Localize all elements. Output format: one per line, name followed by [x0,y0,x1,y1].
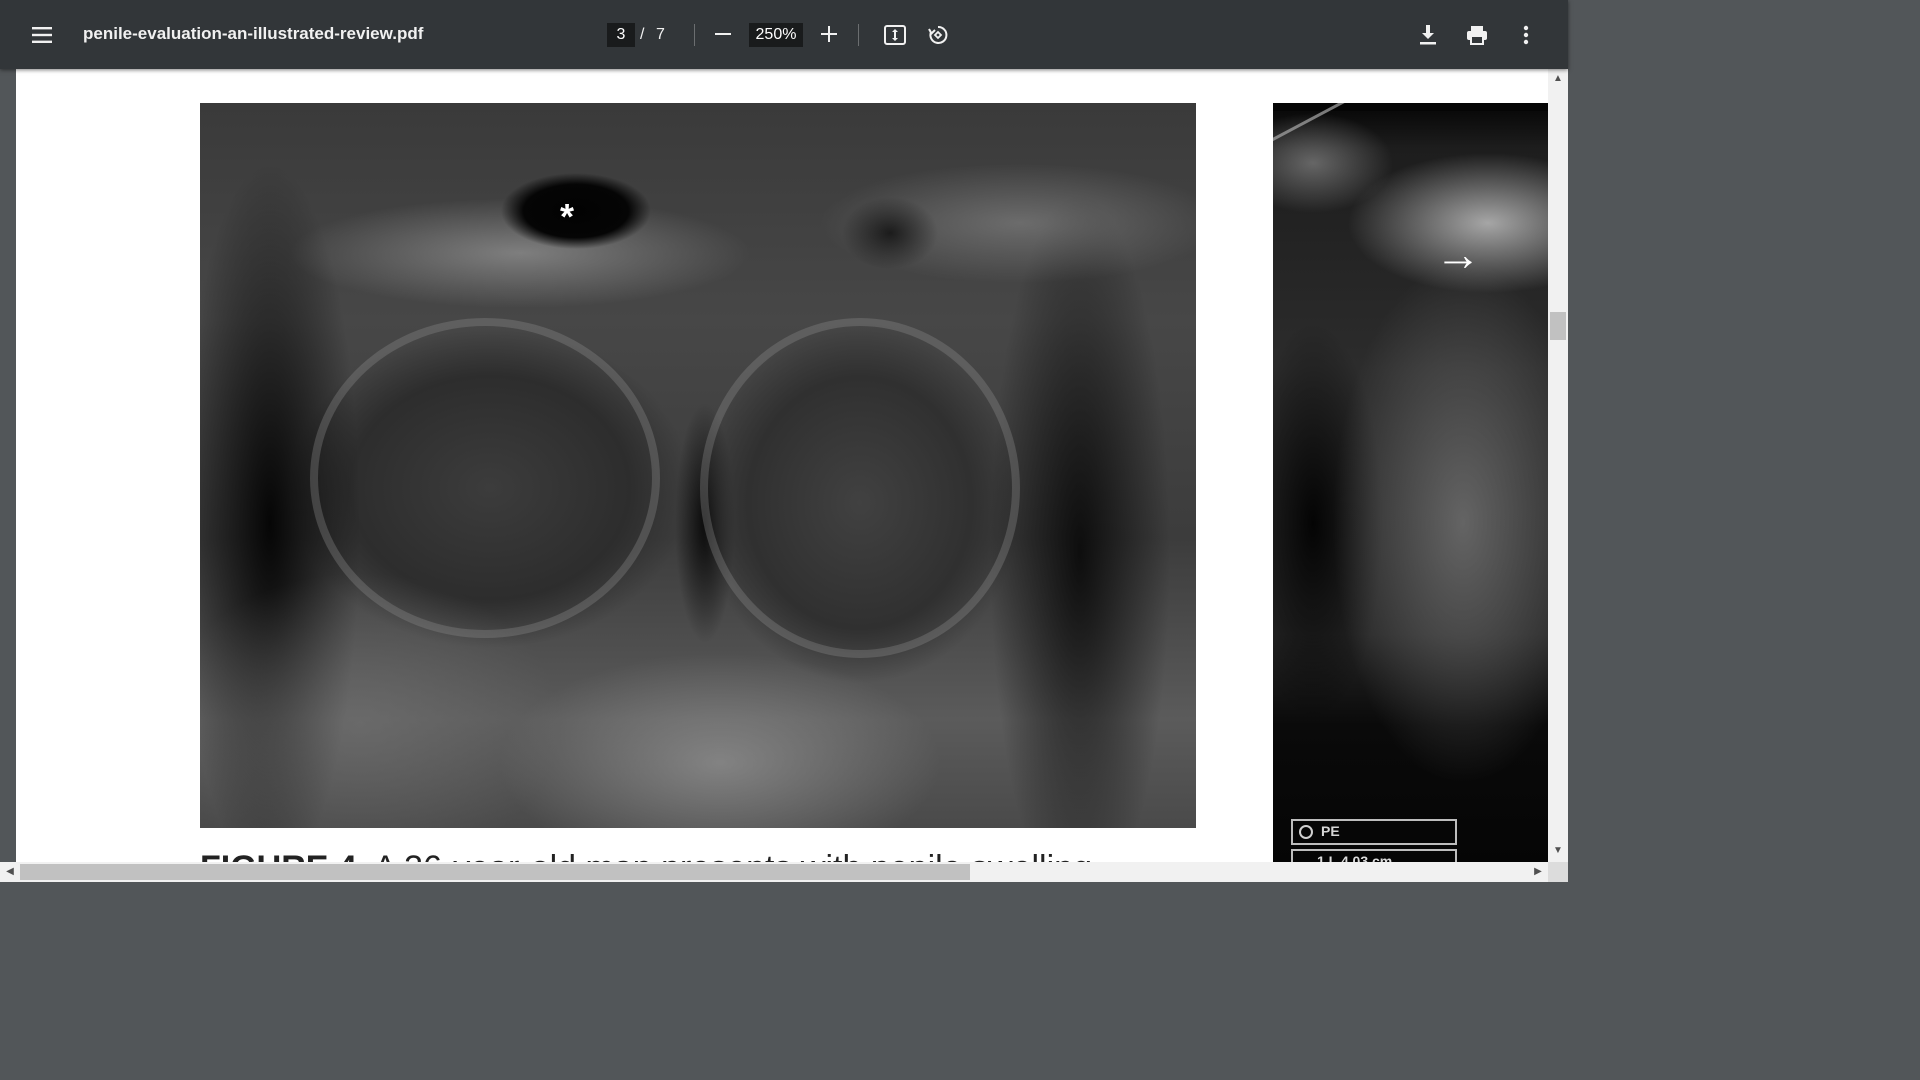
horizontal-scrollbar[interactable]: ◀ ▶ [0,862,1548,882]
scroll-left-arrow-icon[interactable]: ◀ [2,862,18,882]
pdf-page: * → PE 1 L 4.03 cm FIGURE 4. A 36-year-o… [16,69,1548,862]
measurement-label-box: PE [1291,819,1457,845]
print-button[interactable] [1459,17,1495,53]
page-separator: / [640,26,645,43]
zoom-level-input[interactable]: 250% [749,23,803,47]
measurement-box-text: PE [1321,823,1340,839]
scrollbar-corner [1548,862,1568,882]
arrow-marker: → [1435,228,1481,280]
pdf-toolbar: penile-evaluation-an-illustrated-review.… [0,0,1568,69]
measurement-readout: 1 L 4.03 cm [1291,849,1457,862]
document-viewer[interactable]: * → PE 1 L 4.03 cm FIGURE 4. A 36-year-o… [0,69,1548,862]
fit-to-page-button[interactable] [877,17,913,53]
rotate-counterclockwise-icon [928,25,948,44]
page-total: 7 [656,26,665,43]
toolbar-divider [694,24,695,46]
vertical-scrollbar[interactable]: ▲ ▼ [1548,69,1568,862]
ultrasound-figure-main: * [200,103,1196,828]
measurement-dot-icon [1299,825,1313,839]
fit-to-page-icon [884,25,906,45]
rotate-button[interactable] [920,17,956,53]
scroll-right-arrow-icon[interactable]: ▶ [1530,862,1546,882]
ultrasound-figure-side: → PE 1 L 4.03 cm [1273,103,1548,862]
zoom-out-button[interactable] [706,17,740,51]
vertical-scroll-thumb[interactable] [1550,312,1566,340]
scroll-down-arrow-icon[interactable]: ▼ [1548,843,1568,859]
toolbar-divider [858,24,859,46]
download-icon [1420,25,1436,45]
download-button[interactable] [1410,17,1446,53]
corpus-ring-right [700,318,1020,658]
minus-icon [715,33,731,35]
print-icon [1467,26,1487,45]
more-actions-button[interactable] [1508,17,1544,53]
figure-border [1273,103,1548,111]
figure-marker: * [560,196,575,237]
zoom-in-button[interactable] [812,17,846,51]
figure-caption: FIGURE 4. A 36-year-old man presents wit… [200,849,1120,862]
caption-text: A 36-year-old man presents with penile s… [374,849,1121,862]
page-number-input[interactable]: 3 [607,23,635,47]
caption-label: FIGURE 4. [200,849,366,862]
scroll-up-arrow-icon[interactable]: ▲ [1548,71,1568,87]
plus-icon [821,26,837,42]
horizontal-scroll-thumb[interactable] [20,864,970,880]
corpus-ring-left [310,318,660,638]
document-title: penile-evaluation-an-illustrated-review.… [83,24,424,43]
more-vertical-icon [1523,25,1529,45]
hamburger-menu-icon[interactable] [22,15,62,55]
